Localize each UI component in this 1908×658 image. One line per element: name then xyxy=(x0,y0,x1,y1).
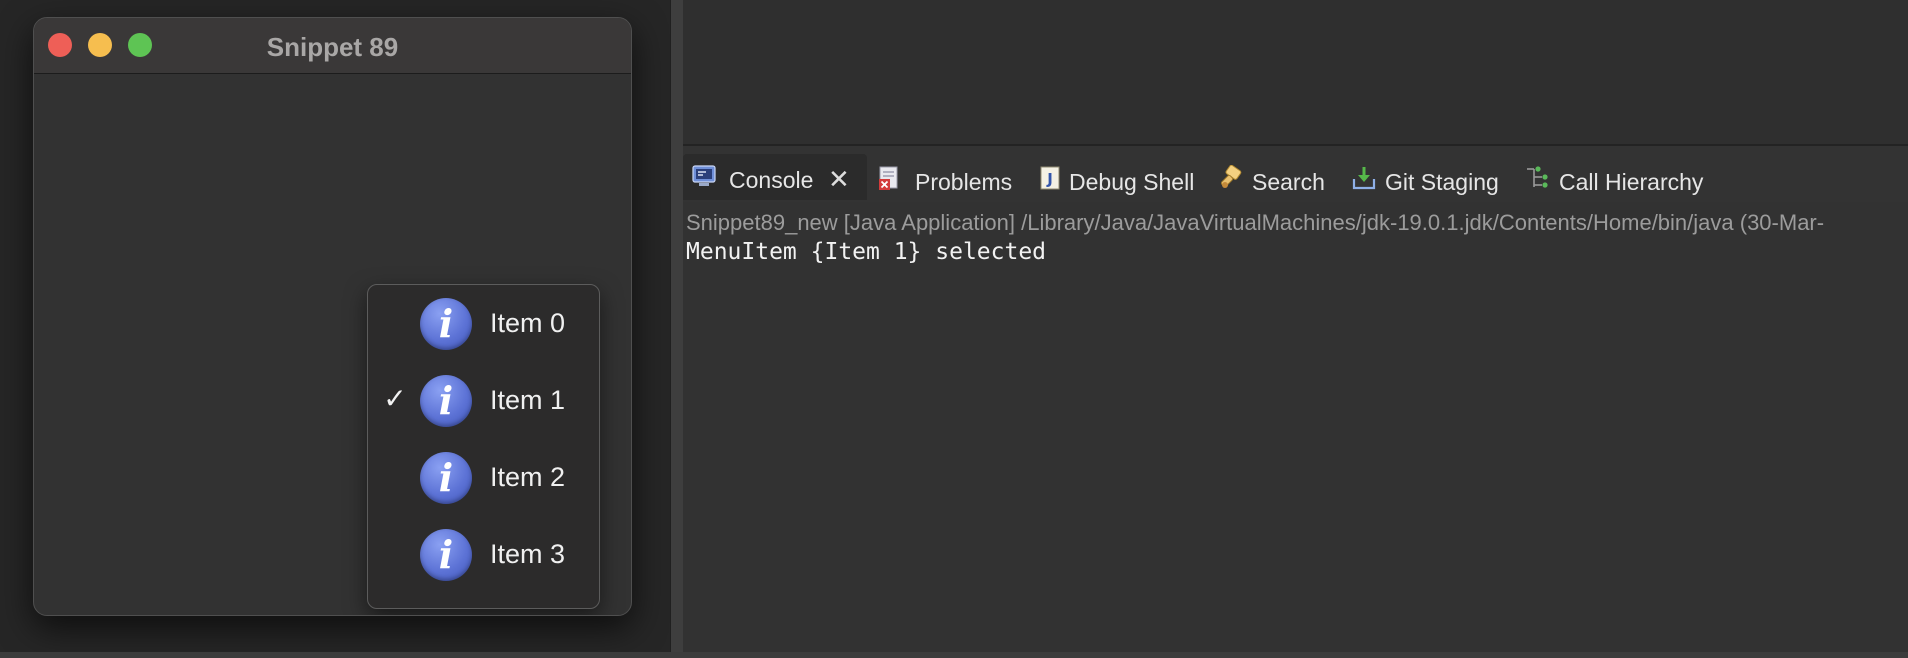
console-view: Console ✕ Problems J Debug Shell Search … xyxy=(683,146,1908,652)
menu-item-label: Item 1 xyxy=(490,385,566,415)
tab-call-hierarchy[interactable]: Call Hierarchy xyxy=(1517,156,1722,202)
window-titlebar[interactable]: Snippet 89 xyxy=(34,18,631,74)
menu-item-1[interactable]: ✓ i Item 1 xyxy=(368,368,599,434)
tab-debug-shell[interactable]: J Debug Shell xyxy=(1029,156,1199,202)
info-icon: i xyxy=(420,375,472,427)
menu-item-label: Item 3 xyxy=(490,539,566,569)
console-header-text: Snippet89_new [Java Application] /Librar… xyxy=(686,210,1825,235)
tab-console[interactable]: Console ✕ xyxy=(683,154,867,200)
menu-item-label: Item 2 xyxy=(490,462,566,492)
sash-divider[interactable] xyxy=(670,0,684,658)
problems-icon xyxy=(879,166,898,190)
checkmark-icon: ✓ xyxy=(383,383,407,414)
svg-text:J: J xyxy=(1046,170,1053,188)
editor-area xyxy=(683,0,1908,146)
tab-git-staging[interactable]: Git Staging xyxy=(1343,156,1513,202)
tab-label: Search xyxy=(1252,169,1325,195)
menu-item-2[interactable]: i Item 2 xyxy=(368,445,599,511)
tab-label: Problems xyxy=(915,169,1013,195)
window-title: Snippet 89 xyxy=(266,32,399,62)
tab-label: Call Hierarchy xyxy=(1559,169,1704,195)
console-process-description: Snippet89_new [Java Application] /Librar… xyxy=(683,208,1908,238)
view-tabbar: Console ✕ Problems J Debug Shell Search … xyxy=(683,146,1908,202)
tab-search[interactable]: Search xyxy=(1210,156,1340,202)
tab-label: Git Staging xyxy=(1385,169,1499,195)
tab-label: Debug Shell xyxy=(1069,169,1195,195)
bottom-border xyxy=(0,652,1908,658)
tab-label: Console xyxy=(729,167,814,193)
call-hierarchy-icon xyxy=(1527,166,1548,188)
info-icon: i xyxy=(420,298,472,350)
console-icon xyxy=(692,165,716,186)
menu-item-3[interactable]: i Item 3 xyxy=(368,522,599,588)
menu-item-0[interactable]: i Item 0 xyxy=(368,291,599,357)
menu-item-label: Item 0 xyxy=(490,308,566,338)
info-icon: i xyxy=(420,452,472,504)
debug-shell-icon: J xyxy=(1040,166,1060,190)
close-icon[interactable]: ✕ xyxy=(828,164,850,195)
info-icon: i xyxy=(420,529,472,581)
desktop-background: Snippet 89 i Item 0 ✓ i Item 1 i Item 2 … xyxy=(0,0,670,658)
console-output-line[interactable]: MenuItem {Item 1} selected xyxy=(686,239,1046,265)
search-icon xyxy=(1220,165,1242,188)
git-staging-icon xyxy=(1352,167,1376,190)
popup-menu: i Item 0 ✓ i Item 1 i Item 2 i Item 3 xyxy=(367,284,600,609)
tab-problems[interactable]: Problems xyxy=(869,156,1029,202)
snippet-window: Snippet 89 i Item 0 ✓ i Item 1 i Item 2 … xyxy=(33,17,632,616)
